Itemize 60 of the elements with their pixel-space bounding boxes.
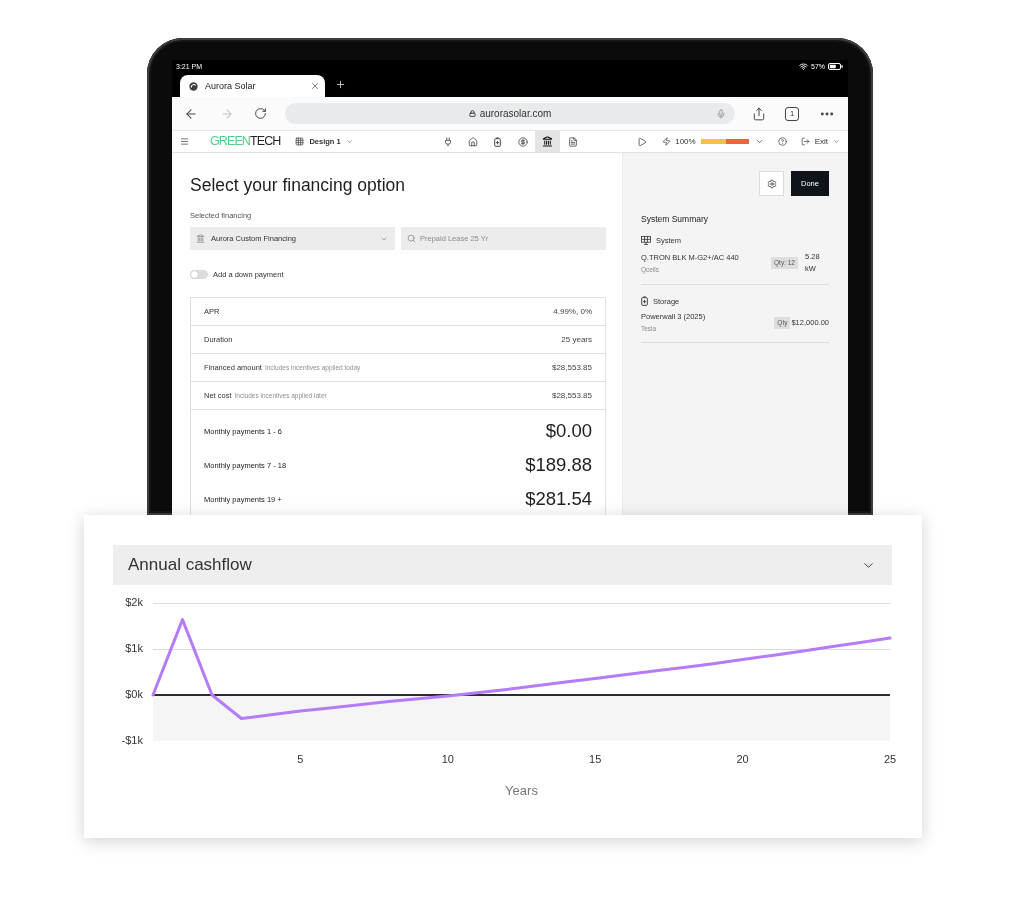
- x-axis-label: 15: [589, 752, 602, 765]
- address-bar[interactable]: aurorasolar.com: [285, 103, 735, 124]
- y-axis-label: $0k: [125, 687, 143, 700]
- offset-reading: 100%: [675, 137, 696, 146]
- battery-icon: [641, 296, 648, 306]
- help-icon[interactable]: [777, 137, 787, 146]
- caret-icon[interactable]: [754, 137, 764, 146]
- left-arrow-icon[interactable]: [184, 106, 198, 121]
- settings-icon: [766, 178, 777, 189]
- battery-icon: [828, 62, 843, 70]
- plug-icon: [442, 136, 453, 147]
- payment-amount: $189.88: [525, 454, 592, 476]
- detail-value: 4.99%, 0%: [553, 307, 592, 316]
- logo: GREENTECH: [210, 134, 281, 149]
- reload-icon[interactable]: [254, 107, 267, 120]
- favicon-icon: [189, 81, 198, 91]
- detail-value: $28,553.85: [551, 391, 592, 400]
- microphone-icon[interactable]: [716, 108, 726, 119]
- cashflow-header[interactable]: Annual cashflow: [113, 545, 892, 585]
- caret-icon: [833, 138, 840, 145]
- x-axis-label: 5: [297, 752, 304, 765]
- caret-icon: [345, 138, 353, 145]
- x-axis-title: Years: [505, 783, 538, 799]
- house-icon: [467, 136, 478, 147]
- search-icon: [407, 234, 416, 243]
- bank-icon: [196, 234, 205, 243]
- lightning-icon: [662, 137, 672, 146]
- bank-icon: [542, 136, 553, 147]
- chart-title: Annual cashflow: [128, 555, 252, 575]
- mode-tab[interactable]: [535, 131, 560, 152]
- down-payment-toggle[interactable]: [190, 269, 208, 279]
- y-axis-label: $2k: [125, 595, 143, 608]
- play-icon[interactable]: [637, 136, 648, 147]
- battery-icon: [494, 136, 501, 147]
- url-text: aurorasolar.com: [479, 108, 552, 119]
- detail-value: $28,553.85: [551, 363, 592, 372]
- share-icon[interactable]: [752, 106, 766, 121]
- x-axis-label: 25: [883, 752, 897, 765]
- dollar-coin-icon: [517, 136, 528, 147]
- menu-icon[interactable]: [180, 137, 189, 146]
- y-axis-label: -$1k: [121, 733, 143, 746]
- detail-value: 25 years: [561, 335, 592, 344]
- solar-panel-icon: [641, 235, 651, 245]
- wifi-icon: [799, 61, 808, 71]
- plus-icon[interactable]: [335, 79, 346, 90]
- page-title: Select your financing option: [190, 175, 406, 195]
- close-icon[interactable]: [310, 81, 320, 91]
- summary-title: System Summary: [641, 214, 710, 224]
- exit-icon: [800, 137, 810, 146]
- exit-button[interactable]: Exit: [800, 137, 840, 146]
- document-icon: [567, 136, 578, 147]
- lock-icon: [468, 110, 476, 117]
- grid-icon: [295, 137, 305, 146]
- browser-tab[interactable]: Aurora Solar: [180, 75, 325, 97]
- payment-amount: $281.54: [525, 488, 592, 510]
- y-axis-label: $1k: [125, 641, 143, 654]
- x-axis-label: 10: [441, 752, 454, 765]
- payment-amount: $0.00: [545, 420, 592, 442]
- x-axis-label: 20: [736, 752, 749, 765]
- settings-button[interactable]: [759, 171, 784, 196]
